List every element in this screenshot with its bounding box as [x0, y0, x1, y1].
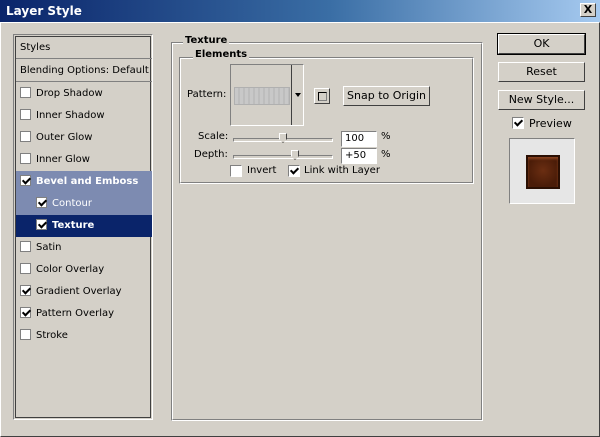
styles-header[interactable]: Styles — [16, 37, 152, 59]
pattern-swatch[interactable] — [234, 87, 290, 105]
style-item-satin[interactable]: Satin — [16, 237, 152, 259]
style-item-color-overlay[interactable]: Color Overlay — [16, 259, 152, 281]
styles-list-inner: Styles Blending Options: Default Drop Sh… — [15, 36, 152, 418]
style-item-label: Satin — [36, 242, 62, 253]
style-item-label: Outer Glow — [36, 132, 93, 143]
chevron-down-icon[interactable] — [291, 65, 303, 125]
checkbox[interactable] — [20, 240, 31, 252]
checkbox[interactable] — [20, 108, 31, 120]
scale-unit: % — [381, 131, 391, 142]
style-item-drop-shadow[interactable]: Drop Shadow — [16, 83, 152, 105]
style-item-inner-shadow[interactable]: Inner Shadow — [16, 105, 152, 127]
preview-checkbox[interactable] — [512, 117, 524, 129]
invert-checkbox[interactable] — [230, 165, 242, 177]
checkbox[interactable] — [20, 306, 31, 318]
window-title: Layer Style — [6, 4, 82, 18]
style-item-label: Stroke — [36, 330, 68, 341]
style-item-gradient-overlay[interactable]: Gradient Overlay — [16, 281, 152, 303]
style-item-label: Inner Shadow — [36, 110, 105, 121]
style-item-label: Gradient Overlay — [36, 286, 122, 297]
style-item-contour[interactable]: Contour — [16, 193, 152, 215]
link-with-layer-checkbox[interactable] — [288, 165, 300, 177]
style-item-label: Bevel and Emboss — [36, 176, 139, 187]
style-item-label: Contour — [52, 198, 92, 209]
blending-options[interactable]: Blending Options: Default — [16, 60, 152, 82]
preview-thumbnail — [526, 155, 560, 189]
style-item-label: Color Overlay — [36, 264, 105, 275]
checkbox[interactable] — [20, 86, 31, 98]
checkbox[interactable] — [36, 218, 47, 230]
checkbox[interactable] — [20, 174, 31, 186]
style-item-pattern-overlay[interactable]: Pattern Overlay — [16, 303, 152, 325]
new-style-button[interactable]: New Style... — [498, 90, 585, 110]
checkbox[interactable] — [36, 196, 47, 208]
new-preset-icon[interactable] — [314, 88, 330, 104]
styles-list: Styles Blending Options: Default Drop Sh… — [13, 34, 153, 420]
scale-input[interactable]: 100 — [341, 131, 377, 147]
pattern-picker[interactable] — [230, 64, 304, 126]
style-item-outer-glow[interactable]: Outer Glow — [16, 127, 152, 149]
depth-unit: % — [381, 149, 391, 160]
invert-label: Invert — [247, 165, 277, 176]
checkbox[interactable] — [20, 152, 31, 164]
style-item-texture[interactable]: Texture — [16, 215, 152, 237]
checkbox[interactable] — [20, 262, 31, 274]
link-with-layer-label: Link with Layer — [304, 165, 380, 176]
snap-to-origin-button[interactable]: Snap to Origin — [343, 86, 430, 106]
ok-button[interactable]: OK — [497, 33, 586, 55]
style-item-inner-glow[interactable]: Inner Glow — [16, 149, 152, 171]
texture-group-title: Texture — [183, 35, 230, 46]
style-preview — [509, 138, 575, 204]
style-item-label: Inner Glow — [36, 154, 90, 165]
scale-label: Scale: — [198, 131, 229, 142]
elements-group-title: Elements — [193, 49, 250, 60]
checkbox[interactable] — [20, 284, 31, 296]
pattern-label: Pattern: — [187, 89, 227, 100]
checkbox[interactable] — [20, 130, 31, 142]
style-item-bevel-and-emboss[interactable]: Bevel and Emboss — [16, 171, 152, 193]
depth-label: Depth: — [194, 149, 228, 160]
style-item-stroke[interactable]: Stroke — [16, 325, 152, 347]
style-item-label: Texture — [52, 220, 95, 231]
reset-button[interactable]: Reset — [498, 62, 585, 82]
style-item-label: Pattern Overlay — [36, 308, 115, 319]
title-bar: Layer Style X — [0, 0, 600, 22]
checkbox[interactable] — [20, 328, 31, 340]
depth-input[interactable]: +50 — [341, 148, 377, 164]
depth-slider-track[interactable] — [233, 155, 333, 159]
close-button[interactable]: X — [580, 3, 596, 17]
style-item-label: Drop Shadow — [36, 88, 103, 99]
preview-label: Preview — [529, 117, 572, 130]
